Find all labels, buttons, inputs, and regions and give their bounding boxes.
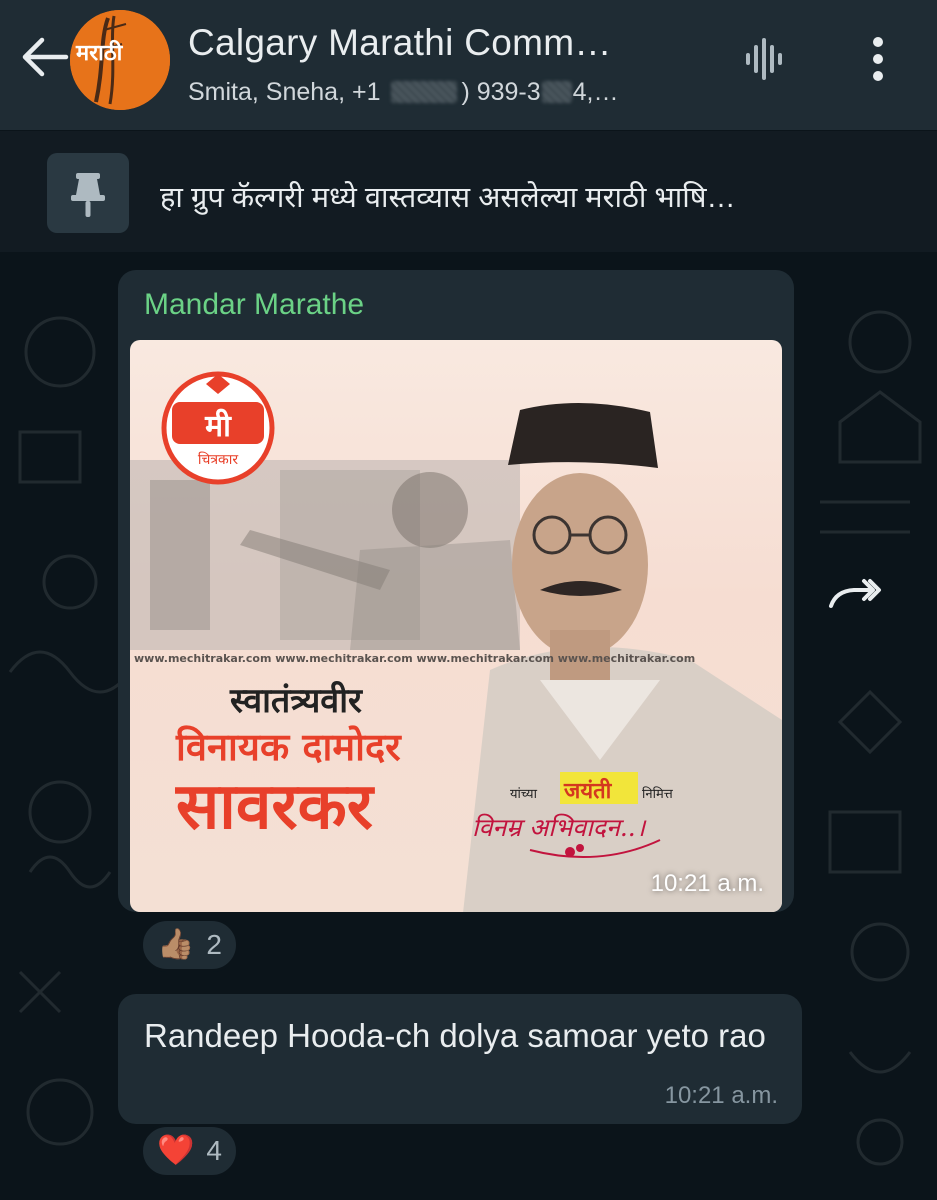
thumbs-up-icon: 👍🏽 (157, 928, 195, 961)
poster-line-1: स्वातंत्र्यवीर (229, 680, 363, 721)
logo-text: मी (204, 408, 232, 444)
forward-icon (829, 579, 881, 608)
message-list[interactable]: Mandar Marathe मी चित्रकार www.mechitrak… (0, 252, 937, 1200)
avatar-text: मराठी (75, 39, 124, 66)
members-start: Smita, Sneha, +1 (188, 78, 381, 106)
group-title[interactable]: Calgary Marathi Comm… (188, 22, 612, 64)
voice-waveform-icon (746, 38, 782, 80)
poster-artwork: मी चित्रकार www.mechitrakar.com www.mech… (130, 371, 782, 912)
voice-chat-button[interactable] (742, 36, 788, 82)
heart-icon: ❤️ (157, 1134, 195, 1167)
pinned-message-banner[interactable]: हा ग्रुप कॅल्गरी मध्ये वास्तव्यास असलेल्… (0, 130, 937, 252)
group-members[interactable]: Smita, Sneha, +1 ) 939-3 4,… (188, 78, 619, 107)
sender-name[interactable]: Mandar Marathe (144, 288, 364, 322)
shared-image[interactable]: मी चित्रकार www.mechitrakar.com www.mech… (130, 340, 782, 912)
poster-abhivadan: विनम्र अभिवादन..। (472, 813, 647, 842)
redacted-number (391, 81, 458, 103)
text-message-bubble[interactable]: Randeep Hooda-ch dolya samoar yeto rao 1… (118, 994, 802, 1124)
message-timestamp: 10:21 a.m. (664, 1082, 778, 1109)
chat-header: मराठी Calgary Marathi Comm… Smita, Sneha… (0, 0, 937, 130)
redacted-digit (541, 81, 572, 103)
pinned-text: हा ग्रुप कॅल्गरी मध्ये वास्तव्यास असलेल्… (160, 182, 736, 214)
poster-jayanti: जयंती (563, 777, 613, 804)
reaction-count: 2 (206, 929, 222, 960)
poster-nimitta: निमित्त (642, 786, 674, 802)
watermark-text: www.mechitrakar.com www.mechitrakar.com … (134, 652, 695, 665)
reaction-count: 4 (206, 1135, 222, 1166)
group-logo-image: मराठी (70, 10, 170, 110)
arrow-left-icon (22, 37, 69, 77)
members-mid: ) 939-3 (461, 78, 541, 106)
members-tail: 4,… (572, 78, 619, 106)
poster-line-2: विनायक दामोदर (175, 725, 402, 769)
image-timestamp: 10:21 a.m. (650, 870, 764, 897)
poster-yanchya: यांच्या (510, 787, 538, 802)
reaction-thumbs-up[interactable]: 👍🏽 2 (140, 918, 239, 972)
overflow-menu-button[interactable] (862, 36, 894, 82)
forward-button[interactable] (828, 576, 882, 616)
group-avatar[interactable]: मराठी (70, 10, 170, 110)
message-text: Randeep Hooda-ch dolya samoar yeto rao (144, 1017, 766, 1054)
image-message-bubble[interactable]: Mandar Marathe मी चित्रकार www.mechitrak… (118, 270, 794, 912)
pin-icon (71, 173, 105, 217)
reaction-heart[interactable]: ❤️ 4 (140, 1124, 239, 1178)
poster-line-3: सावरकर (175, 770, 376, 844)
more-vertical-icon (873, 37, 883, 81)
pin-badge (47, 153, 129, 233)
back-button[interactable] (18, 34, 70, 80)
logo-subtext: चित्रकार (198, 451, 239, 468)
